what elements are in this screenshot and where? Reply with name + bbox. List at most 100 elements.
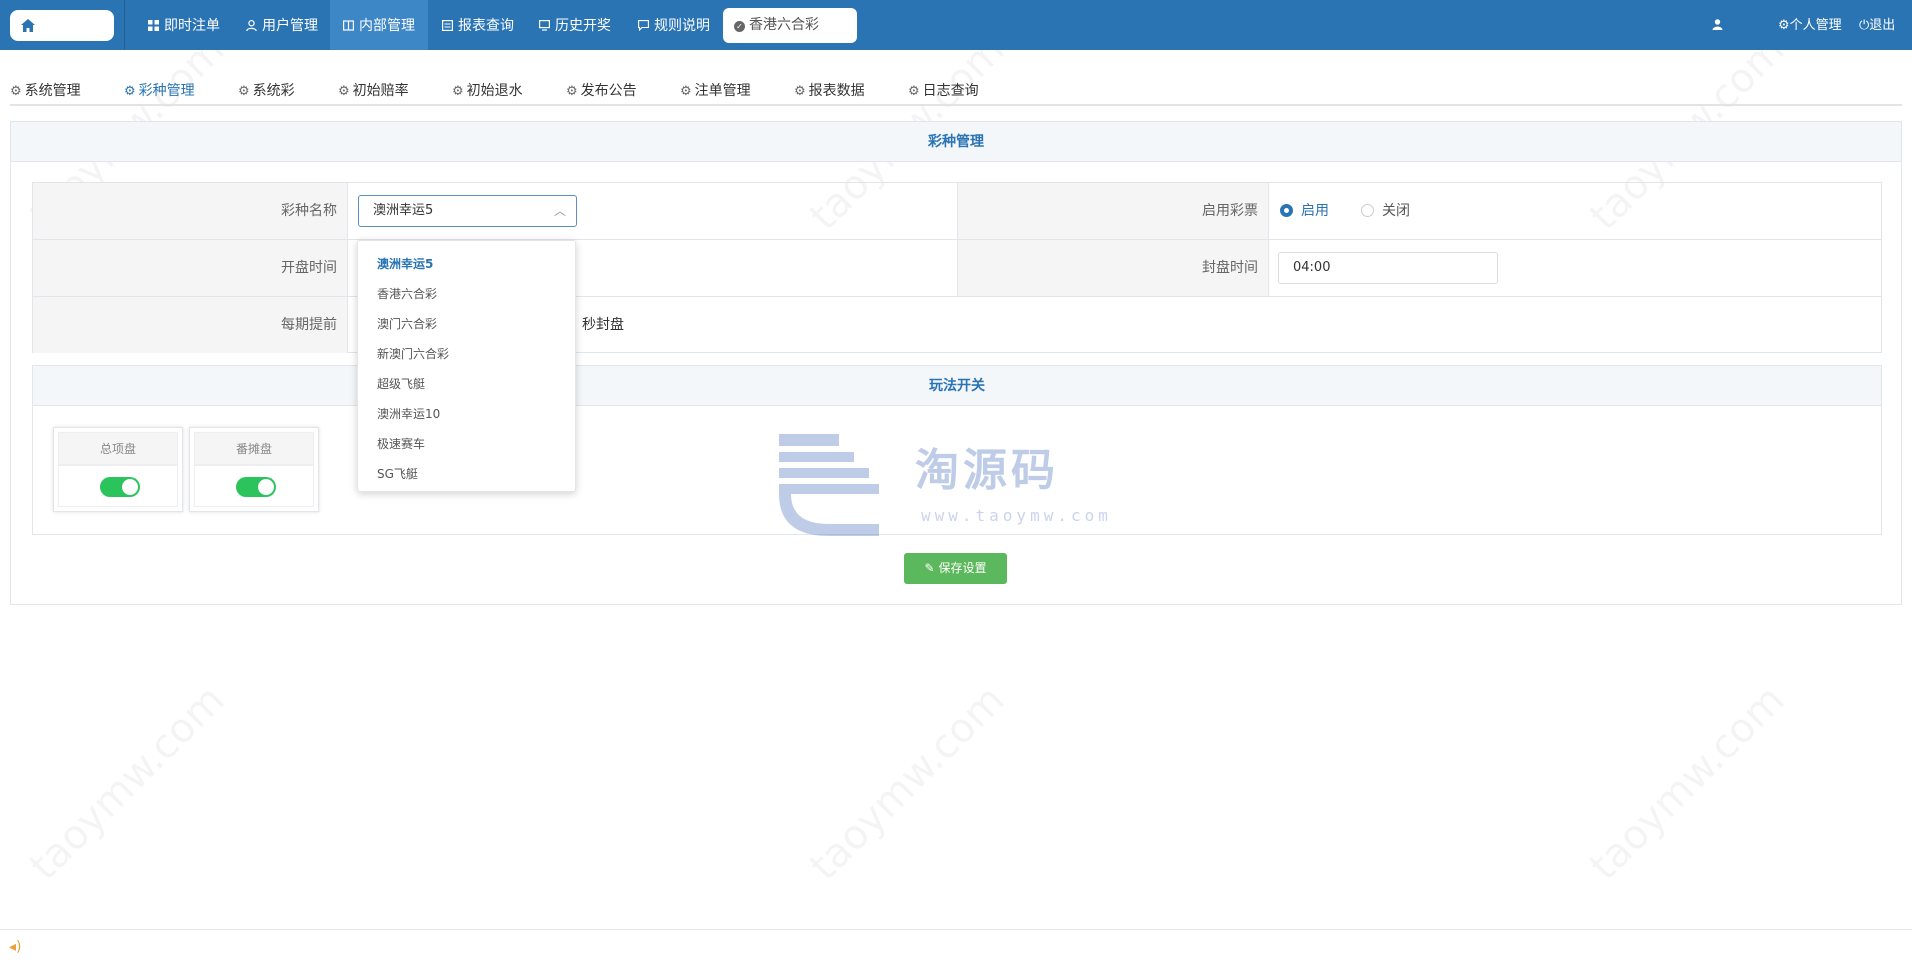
total-toggle-switch[interactable]	[100, 477, 140, 497]
dropdown-option[interactable]: 澳洲幸运10	[358, 399, 575, 429]
radio-label: 启用	[1301, 203, 1329, 219]
radio-label: 关闭	[1382, 203, 1410, 219]
gear-icon: ⚙	[452, 84, 464, 99]
cell-divider	[347, 183, 348, 239]
tab-publish-notice[interactable]: ⚙ 发布公告	[566, 80, 637, 106]
tab-initial-rebate[interactable]: ⚙ 初始退水	[452, 80, 523, 106]
tab-label: 日志查询	[922, 83, 979, 99]
dropdown-option[interactable]: 超级飞艇	[358, 369, 575, 399]
nav-internal-management[interactable]: 内部管理	[330, 0, 428, 50]
watermark-text: taoymw.com	[1581, 677, 1793, 889]
tab-system-management[interactable]: ⚙ 系统管理	[10, 80, 81, 106]
tab-underline-divider	[10, 104, 1902, 106]
chevron-up-icon: ︿	[553, 204, 566, 218]
dropdown-option[interactable]: 香港六合彩	[358, 279, 575, 309]
personal-management-button[interactable]: ⚙个人管理	[1778, 0, 1842, 50]
top-navbar: 即时注单 用户管理 内部管理 报表查询 历史开奖 规则说明 ✓ 香港六合彩 ⚙个人…	[0, 0, 1912, 50]
nav-divider	[124, 0, 125, 50]
dropdown-option[interactable]: 澳洲幸运5	[358, 249, 575, 279]
form-row: 每期提前 秒封盘	[33, 297, 1881, 353]
tab-system-lottery[interactable]: ⚙ 系统彩	[238, 80, 295, 106]
home-button[interactable]	[10, 10, 114, 41]
tab-label: 报表数据	[808, 83, 865, 99]
grid-icon	[148, 20, 159, 31]
radio-dot-icon	[1280, 204, 1293, 217]
dropdown-option[interactable]: SG飞艇	[358, 459, 575, 489]
radio-dot-icon	[1361, 204, 1374, 217]
monitor-icon	[539, 20, 550, 31]
lottery-name-label: 彩种名称	[33, 183, 347, 239]
current-lottery-button[interactable]: ✓ 香港六合彩	[723, 8, 857, 43]
tab-label: 初始赔率	[352, 83, 409, 99]
close-time-label: 封盘时间	[958, 240, 1268, 296]
lottery-name-select[interactable]: 澳洲幸运5 ︿	[358, 195, 577, 227]
gear-icon: ⚙	[238, 84, 250, 99]
nav-history-draws[interactable]: 历史开奖	[537, 0, 613, 50]
cell-divider	[347, 240, 348, 296]
enable-off-radio[interactable]: 关闭	[1361, 183, 1410, 239]
dropdown-option[interactable]: 澳门六合彩	[358, 309, 575, 339]
report-icon	[442, 20, 453, 31]
switch-card-fantan: 番摊盘	[189, 427, 319, 512]
nav-instant-bets[interactable]: 即时注单	[146, 0, 222, 50]
nav-label: 即时注单	[164, 18, 220, 34]
tab-label: 注单管理	[694, 83, 751, 99]
nav-report-query[interactable]: 报表查询	[440, 0, 516, 50]
watermark-text: taoymw.com	[21, 677, 233, 889]
current-lottery-label: 香港六合彩	[749, 17, 819, 33]
nav-user-management[interactable]: 用户管理	[244, 0, 320, 50]
play-switch-title: 玩法开关	[33, 366, 1881, 406]
nav-rules[interactable]: 规则说明	[636, 0, 712, 50]
tab-bet-management[interactable]: ⚙ 注单管理	[680, 80, 751, 106]
home-icon	[21, 19, 35, 32]
tab-log-query[interactable]: ⚙ 日志查询	[908, 80, 979, 106]
personal-management-label: 个人管理	[1789, 18, 1842, 33]
message-icon	[638, 20, 649, 31]
gear-icon: ⚙	[338, 84, 350, 99]
switch-card-total: 总项盘	[53, 427, 183, 512]
logout-button[interactable]: ⏻退出	[1859, 0, 1895, 50]
footer-bar: ◂)	[0, 929, 1912, 966]
watermark-logo: 淘源码 www.taoymw.com	[779, 434, 1134, 536]
watermark-text: taoymw.com	[801, 677, 1013, 889]
broadcast-icon[interactable]: ◂)	[9, 939, 22, 955]
tab-lottery-management[interactable]: ⚙ 彩种管理	[124, 80, 195, 106]
fantan-toggle-switch[interactable]	[236, 477, 276, 497]
open-time-label: 开盘时间	[33, 240, 347, 296]
nav-label: 内部管理	[359, 18, 415, 34]
advance-close-label: 每期提前	[33, 297, 347, 353]
dropdown-option[interactable]: 新澳门六合彩	[358, 339, 575, 369]
tab-label: 发布公告	[580, 83, 637, 99]
lottery-dropdown-menu: 澳洲幸运5 香港六合彩 澳门六合彩 新澳门六合彩 超级飞艇 澳洲幸运10 极速赛…	[357, 240, 576, 492]
tab-label: 彩种管理	[138, 83, 195, 99]
sub-tab-bar: ⚙ 系统管理 ⚙ 彩种管理 ⚙ 系统彩 ⚙ 初始赔率 ⚙ 初始退水 ⚙ 发布公告 ⚙ 注单管理…	[0, 50, 1912, 106]
dropdown-option[interactable]: 极速赛车	[358, 429, 575, 459]
switch-card-body	[194, 465, 314, 507]
tab-report-data[interactable]: ⚙ 报表数据	[794, 80, 865, 106]
edit-icon: ✎	[924, 561, 935, 575]
user-icon	[1712, 19, 1723, 30]
form-row: 彩种名称 澳洲幸运5 ︿ 启用彩票 启用 关闭	[33, 183, 1881, 240]
cell-divider	[347, 297, 348, 353]
book-icon	[343, 20, 354, 31]
enable-on-radio[interactable]: 启用	[1280, 183, 1329, 239]
close-time-input[interactable]: 04:00	[1278, 252, 1498, 284]
close-time-value: 04:00	[1293, 260, 1331, 275]
nav-label: 规则说明	[654, 18, 710, 34]
switch-card-body	[58, 465, 178, 507]
panel-title: 彩种管理	[11, 122, 1901, 162]
gear-icon: ⚙	[566, 84, 578, 99]
gear-icon: ⚙	[794, 84, 806, 99]
user-icon	[246, 20, 257, 31]
watermark-logo-mark	[779, 434, 879, 536]
tab-label: 初始退水	[466, 83, 523, 99]
save-settings-button[interactable]: ✎ 保存设置	[904, 553, 1007, 584]
user-avatar-button[interactable]	[1712, 0, 1723, 50]
tab-label: 系统彩	[252, 83, 295, 99]
cell-divider	[1268, 183, 1269, 239]
logout-label: 退出	[1869, 18, 1896, 33]
cell-divider	[1268, 240, 1269, 296]
enable-lottery-label: 启用彩票	[958, 183, 1268, 239]
tab-initial-odds[interactable]: ⚙ 初始赔率	[338, 80, 409, 106]
form-row: 开盘时间 封盘时间 04:00	[33, 240, 1881, 297]
